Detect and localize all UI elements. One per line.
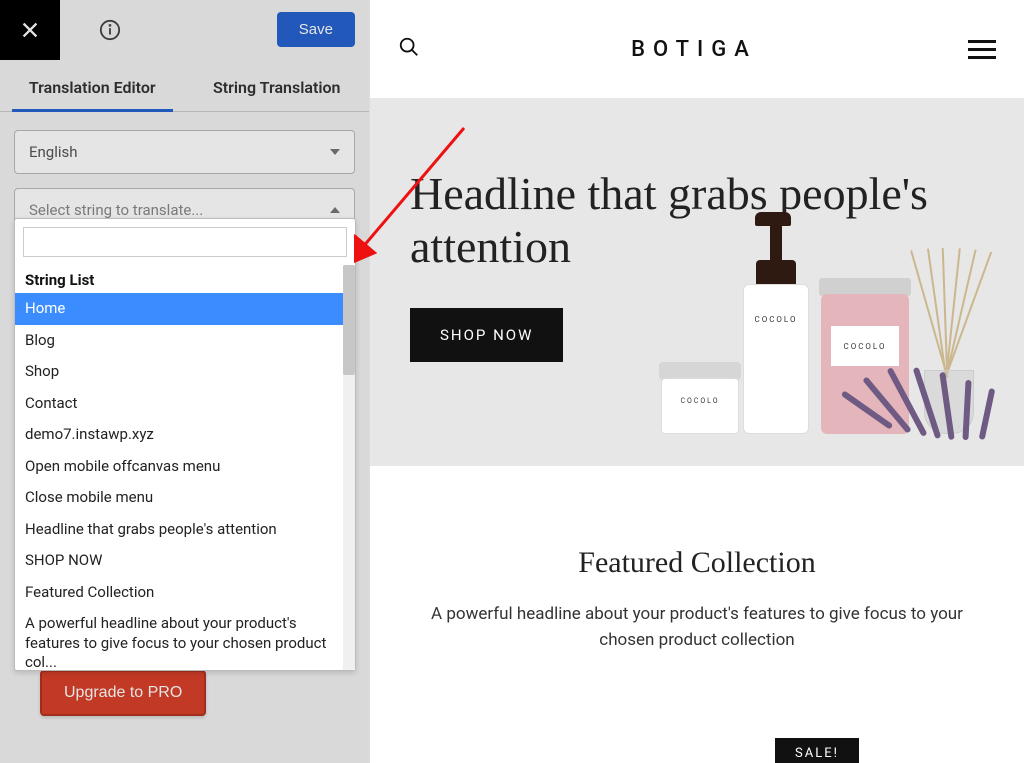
dropdown-item[interactable]: Home bbox=[15, 293, 355, 325]
dropdown-item[interactable]: Contact bbox=[15, 388, 355, 420]
tab-translation-editor[interactable]: Translation Editor bbox=[0, 60, 185, 111]
featured-subtitle: A powerful headline about your product's… bbox=[410, 602, 984, 653]
save-button[interactable]: Save bbox=[277, 12, 355, 47]
dropdown-scrollbar[interactable] bbox=[343, 265, 355, 670]
preview-search-button[interactable] bbox=[398, 36, 420, 62]
menu-button[interactable] bbox=[968, 35, 996, 64]
dropdown-item[interactable]: Blog bbox=[15, 325, 355, 357]
dropdown-item[interactable]: Close mobile menu bbox=[15, 482, 355, 514]
info-icon bbox=[99, 19, 121, 41]
sidebar-topbar: Save bbox=[0, 0, 369, 60]
dropdown-heading: String List bbox=[15, 265, 355, 293]
hero-lavender-decor bbox=[854, 350, 1024, 440]
tab-string-translation[interactable]: String Translation bbox=[185, 60, 370, 111]
site-logo[interactable]: BOTIGA bbox=[631, 37, 757, 62]
string-select-placeholder: Select string to translate... bbox=[29, 201, 203, 219]
hero-section: Headline that grabs people's attention S… bbox=[370, 98, 1024, 466]
dropdown-item[interactable]: A powerful headline about your product's… bbox=[15, 608, 355, 670]
dropdown-item[interactable]: Headline that grabs people's attention bbox=[15, 514, 355, 546]
dropdown-item[interactable]: Open mobile offcanvas menu bbox=[15, 451, 355, 483]
close-icon bbox=[19, 19, 41, 41]
search-icon bbox=[398, 36, 420, 58]
product-label: COCOLO bbox=[662, 397, 738, 405]
hero-title: Headline that grabs people's attention bbox=[410, 168, 984, 274]
string-dropdown: String List HomeBlogShopContactdemo7.ins… bbox=[14, 218, 356, 671]
hamburger-icon bbox=[968, 40, 996, 59]
site-preview: BOTIGA Headline that grabs people's atte… bbox=[370, 0, 1024, 763]
dropdown-item[interactable]: Shop bbox=[15, 356, 355, 388]
hero-product-small-jar: COCOLO bbox=[661, 354, 739, 434]
dropdown-item[interactable]: SHOP NOW bbox=[15, 545, 355, 577]
shop-now-button[interactable]: SHOP NOW bbox=[410, 308, 563, 362]
editor-tabs: Translation Editor String Translation bbox=[0, 60, 369, 112]
upgrade-pro-button[interactable]: Upgrade to PRO bbox=[40, 670, 206, 716]
language-select-value: English bbox=[29, 143, 78, 161]
dropdown-scroll-thumb[interactable] bbox=[343, 265, 355, 375]
dropdown-item[interactable]: demo7.instawp.xyz bbox=[15, 419, 355, 451]
caret-down-icon bbox=[330, 149, 340, 155]
translation-sidebar: Save Translation Editor String Translati… bbox=[0, 0, 370, 763]
dropdown-list: HomeBlogShopContactdemo7.instawp.xyzOpen… bbox=[15, 293, 355, 670]
dropdown-search-input[interactable] bbox=[23, 227, 347, 257]
dropdown-search-wrap bbox=[15, 219, 355, 265]
dropdown-item[interactable]: Featured Collection bbox=[15, 577, 355, 609]
featured-section: Featured Collection A powerful headline … bbox=[370, 466, 1024, 653]
info-button[interactable] bbox=[90, 19, 130, 41]
featured-title: Featured Collection bbox=[410, 546, 984, 580]
language-select[interactable]: English bbox=[14, 130, 355, 174]
sale-badge: SALE! bbox=[775, 738, 859, 763]
close-button[interactable] bbox=[0, 0, 60, 60]
preview-header: BOTIGA bbox=[370, 0, 1024, 98]
caret-up-icon bbox=[330, 207, 340, 213]
hero-product-pump: COCOLO bbox=[743, 199, 809, 434]
product-label: COCOLO bbox=[744, 315, 808, 324]
